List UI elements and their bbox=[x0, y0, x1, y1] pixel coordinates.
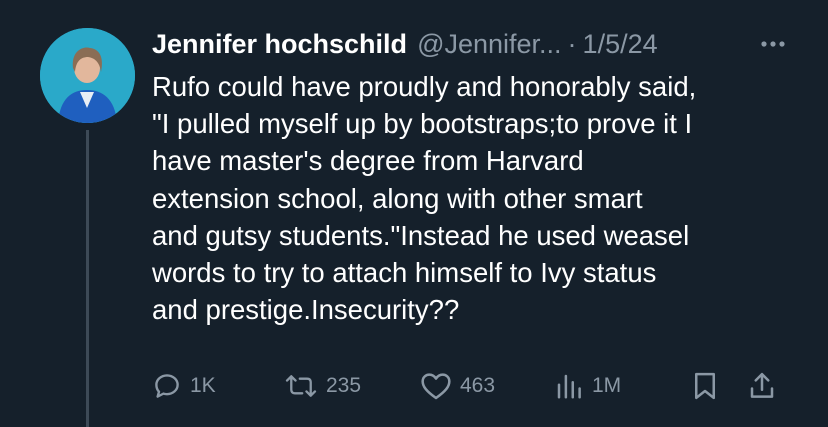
reply-count: 1K bbox=[190, 374, 216, 397]
avatar-portrait bbox=[40, 28, 135, 123]
reply-button[interactable]: 1K bbox=[152, 366, 216, 406]
heart-icon bbox=[420, 371, 452, 401]
views-count: 1M bbox=[592, 374, 622, 397]
bookmark-icon bbox=[692, 371, 718, 401]
more-button[interactable] bbox=[758, 32, 788, 56]
views-bar-chart-icon bbox=[554, 371, 584, 401]
repost-button[interactable]: 235 bbox=[284, 366, 361, 406]
separator-dot: · bbox=[567, 28, 577, 59]
share-icon bbox=[748, 371, 776, 401]
views-button[interactable]: 1M bbox=[554, 366, 621, 406]
share-button[interactable] bbox=[748, 366, 776, 406]
thread-line bbox=[86, 130, 89, 427]
reply-icon bbox=[152, 371, 182, 401]
repost-icon bbox=[284, 371, 318, 401]
more-horizontal-icon bbox=[761, 41, 785, 47]
tweet-text: Rufo could have proudly and honorably sa… bbox=[152, 71, 697, 326]
repost-count: 235 bbox=[326, 374, 362, 397]
like-count: 463 bbox=[460, 374, 496, 397]
tweet-actions: 1K 235 463 1M bbox=[152, 366, 792, 406]
avatar[interactable] bbox=[40, 28, 135, 123]
tweet-date[interactable]: 1/5/24 bbox=[583, 29, 658, 60]
tweet-header: Jennifer hochschild @Jennifer... · 1/5/2… bbox=[152, 24, 788, 64]
author-handle[interactable]: @Jennifer... bbox=[417, 29, 561, 60]
author-name[interactable]: Jennifer hochschild bbox=[152, 29, 407, 60]
bookmark-button[interactable] bbox=[692, 366, 718, 406]
like-button[interactable]: 463 bbox=[420, 366, 495, 406]
